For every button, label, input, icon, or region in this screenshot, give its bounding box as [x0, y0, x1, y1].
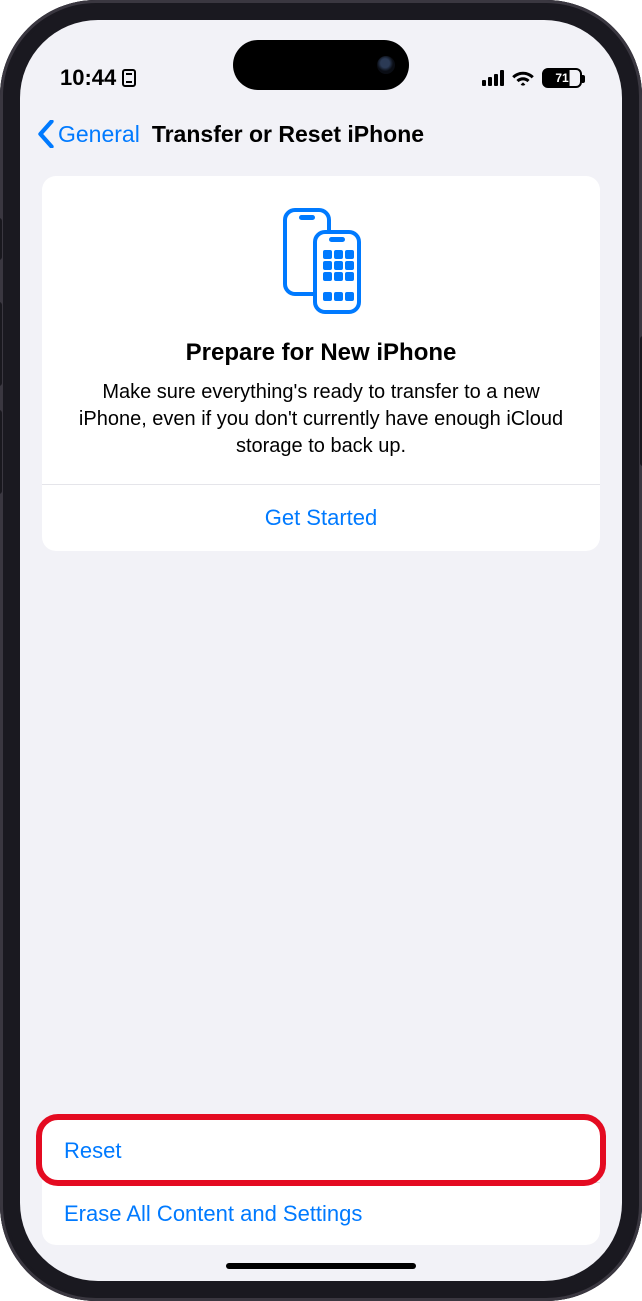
card-description: Make sure everything's ready to transfer…	[72, 379, 570, 460]
sim-icon	[122, 69, 136, 87]
front-camera-icon	[377, 56, 395, 74]
nav-header: General Transfer or Reset iPhone	[20, 106, 622, 166]
spacer	[20, 561, 622, 1120]
reset-button[interactable]: Reset	[42, 1120, 600, 1182]
erase-all-button[interactable]: Erase All Content and Settings	[42, 1183, 600, 1245]
device-frame: 10:44 71 Gene	[0, 0, 642, 1301]
screen: 10:44 71 Gene	[20, 20, 622, 1281]
prepare-card: Prepare for New iPhone Make sure everyth…	[42, 176, 600, 551]
home-indicator[interactable]	[226, 1263, 416, 1269]
bottom-action-list: Reset Erase All Content and Settings	[42, 1120, 600, 1245]
cellular-signal-icon	[482, 70, 504, 86]
status-time: 10:44	[60, 65, 116, 91]
card-title: Prepare for New iPhone	[72, 339, 570, 367]
get-started-button[interactable]: Get Started	[42, 484, 600, 551]
volume-down-button	[0, 410, 2, 494]
battery-icon: 71	[542, 68, 582, 88]
chevron-left-icon	[36, 120, 56, 148]
battery-percentage: 71	[555, 71, 568, 85]
wifi-icon	[512, 69, 534, 87]
transfer-phones-icon	[271, 206, 371, 316]
back-button[interactable]: General	[36, 120, 140, 148]
page-title: Transfer or Reset iPhone	[152, 121, 424, 148]
reset-label: Reset	[64, 1138, 121, 1163]
volume-up-button	[0, 302, 2, 386]
silent-switch	[0, 218, 2, 260]
dynamic-island	[233, 40, 409, 90]
annotation-highlight	[36, 1114, 606, 1186]
back-label: General	[58, 121, 140, 148]
